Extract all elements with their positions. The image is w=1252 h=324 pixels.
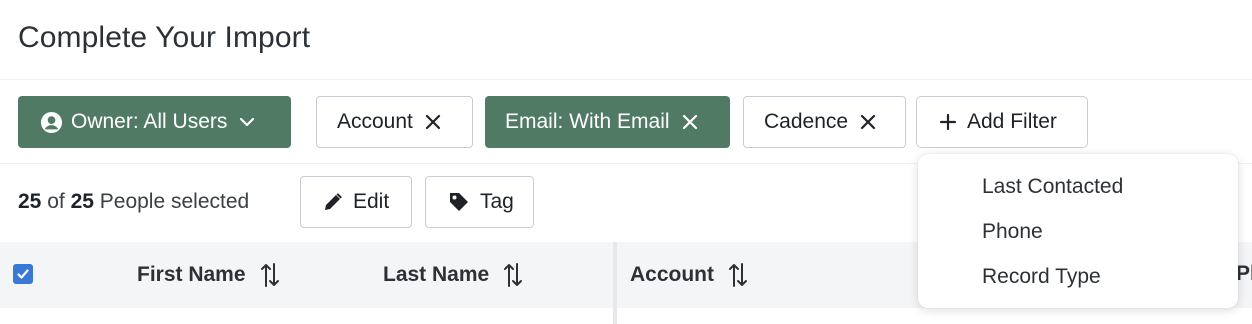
sort-icon[interactable] bbox=[503, 262, 523, 288]
account-filter-label: Account bbox=[337, 110, 413, 133]
add-filter-label: Add Filter bbox=[967, 110, 1057, 133]
cadence-filter-chip[interactable]: Cadence bbox=[743, 96, 906, 148]
add-filter-dropdown: Last Contacted Phone Record Type bbox=[918, 154, 1238, 308]
select-all-checkbox[interactable] bbox=[13, 264, 33, 284]
filter-bar: Owner: All Users Account Email: With Ema… bbox=[0, 80, 1252, 164]
cadence-filter-label: Cadence bbox=[764, 110, 849, 133]
total-count: 25 bbox=[70, 190, 94, 213]
dropdown-item-record-type[interactable]: Record Type bbox=[918, 254, 1238, 299]
selection-summary: 25 of 25 People selected bbox=[18, 190, 249, 214]
tag-button[interactable]: Tag bbox=[425, 176, 534, 228]
chevron-down-icon bbox=[239, 117, 255, 127]
column-header-label: Last Name bbox=[383, 263, 490, 286]
owner-filter-label: Owner: All Users bbox=[71, 110, 228, 133]
dropdown-item-phone[interactable]: Phone bbox=[918, 209, 1238, 254]
close-icon[interactable] bbox=[860, 114, 876, 130]
column-header-account[interactable]: Account bbox=[630, 262, 748, 288]
tag-icon bbox=[448, 191, 470, 213]
edit-button[interactable]: Edit bbox=[300, 176, 412, 228]
dropdown-item-last-contacted[interactable]: Last Contacted bbox=[918, 164, 1238, 209]
selection-of: of bbox=[47, 190, 65, 213]
user-circle-icon bbox=[40, 111, 63, 134]
close-icon[interactable] bbox=[425, 114, 441, 130]
column-header-last-name[interactable]: Last Name bbox=[383, 262, 523, 288]
page-title: Complete Your Import bbox=[18, 21, 311, 54]
selected-count: 25 bbox=[18, 190, 42, 213]
plus-icon bbox=[939, 113, 957, 131]
tag-label: Tag bbox=[480, 190, 514, 213]
sort-icon[interactable] bbox=[728, 262, 748, 288]
column-header-label: Account bbox=[630, 263, 714, 286]
frozen-column-divider[interactable] bbox=[613, 242, 617, 324]
owner-filter-chip[interactable]: Owner: All Users bbox=[18, 96, 291, 148]
column-header-first-name[interactable]: First Name bbox=[137, 262, 280, 288]
column-header-phone[interactable]: Ph bbox=[1236, 262, 1252, 286]
email-filter-label: Email: With Email bbox=[505, 110, 670, 133]
page-header: Complete Your Import bbox=[0, 0, 1252, 80]
account-filter-chip[interactable]: Account bbox=[316, 96, 473, 148]
edit-label: Edit bbox=[353, 190, 390, 213]
sort-icon[interactable] bbox=[260, 262, 280, 288]
column-header-label: First Name bbox=[137, 263, 246, 286]
add-filter-button[interactable]: Add Filter bbox=[916, 96, 1088, 148]
email-filter-chip[interactable]: Email: With Email bbox=[485, 96, 730, 148]
selection-suffix: People selected bbox=[99, 190, 250, 213]
close-icon[interactable] bbox=[682, 114, 698, 130]
pencil-icon bbox=[323, 192, 343, 212]
table-body bbox=[0, 308, 1252, 324]
